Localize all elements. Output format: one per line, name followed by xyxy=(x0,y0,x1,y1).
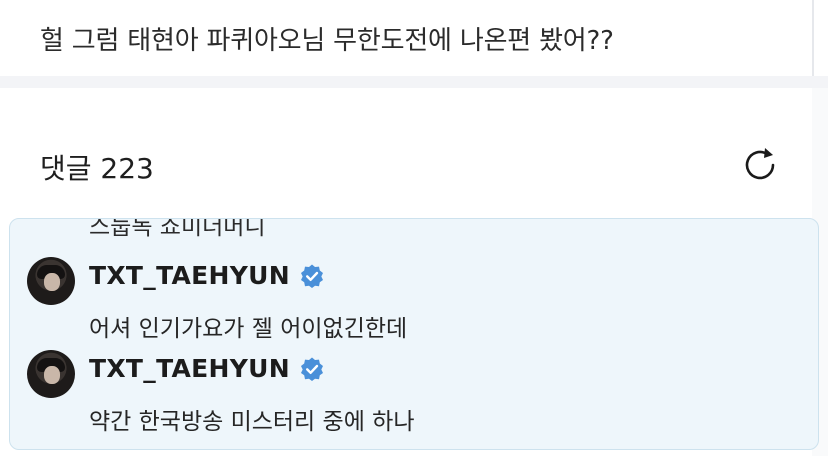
comment-text-partial: 스눕독 쇼미더머니 xyxy=(89,218,266,240)
avatar[interactable] xyxy=(27,257,75,305)
avatar-face xyxy=(44,366,60,384)
comment-text: 어셔 인기가요가 젤 어이없긴한데 xyxy=(89,316,408,342)
avatar[interactable] xyxy=(27,350,75,398)
username[interactable]: TXT_TAEHYUN xyxy=(89,354,290,383)
section-divider xyxy=(0,76,828,88)
verified-badge-icon xyxy=(299,263,325,289)
avatar-face xyxy=(44,273,60,291)
post-text: 헐 그럼 태현아 파퀴아오님 무한도전에 나온편 봤어?? xyxy=(40,26,614,56)
comment-text: 약간 한국방송 미스터리 중에 하나 xyxy=(89,409,415,435)
bottom-spacer xyxy=(0,456,828,462)
post-card: 헐 그럼 태현아 파퀴아오님 무한도전에 나온편 봤어?? xyxy=(0,0,812,76)
username[interactable]: TXT_TAEHYUN xyxy=(89,261,290,290)
refresh-icon[interactable] xyxy=(740,145,780,185)
verified-badge-icon xyxy=(299,356,325,382)
divider xyxy=(812,0,814,80)
comment-count-label: 댓글 223 xyxy=(40,152,154,185)
comment-thread-panel: 스눕독 쇼미더머니 TXT_TAEHYUN 어셔 인기가요가 젤 어이없긴한데 … xyxy=(9,218,819,450)
